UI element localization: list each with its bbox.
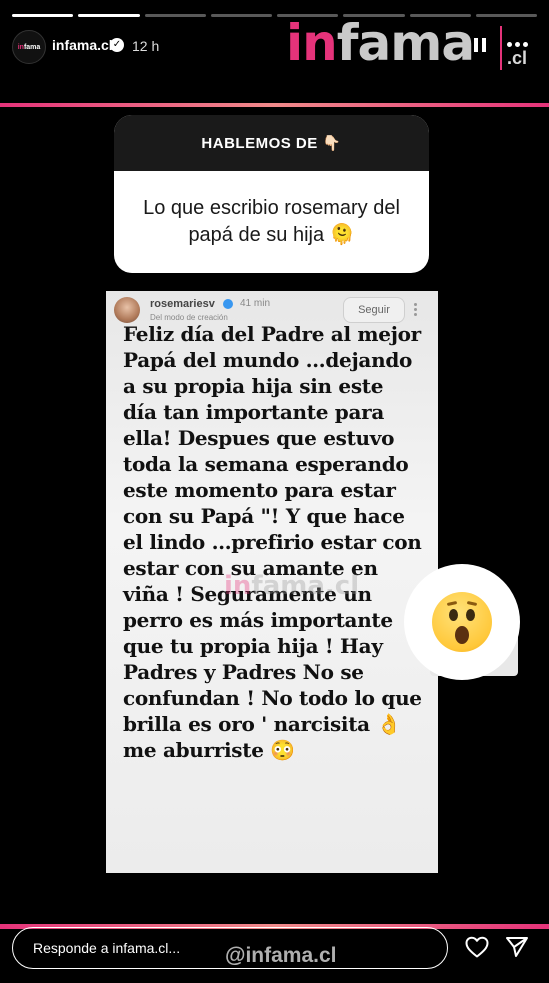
brand-separator [500,26,502,70]
heart-icon[interactable] [465,936,489,958]
embedded-more-icon [414,303,417,316]
progress-segment [475,14,537,17]
avatar[interactable]: in fama [12,30,46,64]
embedded-verified-icon [223,299,233,309]
top-gradient-bar [0,103,549,107]
send-icon[interactable] [505,936,529,958]
story-time: 12 h [132,38,160,54]
reaction-sticker[interactable] [404,564,520,680]
brand-suffix: .cl [507,48,528,68]
watermark-handle: @infama.cl [225,944,337,967]
progress-segment [210,14,272,17]
more-options-icon[interactable] [507,42,528,47]
pause-icon[interactable] [474,38,488,52]
embedded-avatar [114,297,140,323]
embedded-time: 41 min [240,298,271,309]
question-sticker-text: Lo que escribio rosemary del papá de su … [143,197,400,246]
embedded-follow-button: Seguir [343,297,405,323]
brand-logo-part-a: in [286,14,338,72]
progress-segment [144,14,206,17]
watermark-part-b: fama.cl [251,571,360,601]
surprised-face-icon [432,592,492,652]
embedded-story-screenshot: rosemariesv 41 min Del modo de creación … [106,291,438,873]
progress-segment [12,14,74,17]
progress-segment [78,14,140,17]
question-sticker: HABLEMOS DE 👇🏻 Lo que escribio rosemary … [114,115,429,273]
story-username[interactable]: infama.cl [52,37,113,53]
watermark: infama.cl [224,571,359,601]
verified-badge-icon: ✓ [110,38,124,52]
brand-logo-part-b: fama [336,14,475,72]
embedded-message-text: Feliz día del Padre al mejor Papá del mu… [123,322,422,762]
avatar-logo-b: fama [23,43,41,51]
watermark-part-a: in [224,571,252,601]
brand-logo: infama [286,18,475,68]
question-sticker-header: HABLEMOS DE 👇🏻 [114,115,429,171]
embedded-username: rosemariesv [150,298,215,310]
